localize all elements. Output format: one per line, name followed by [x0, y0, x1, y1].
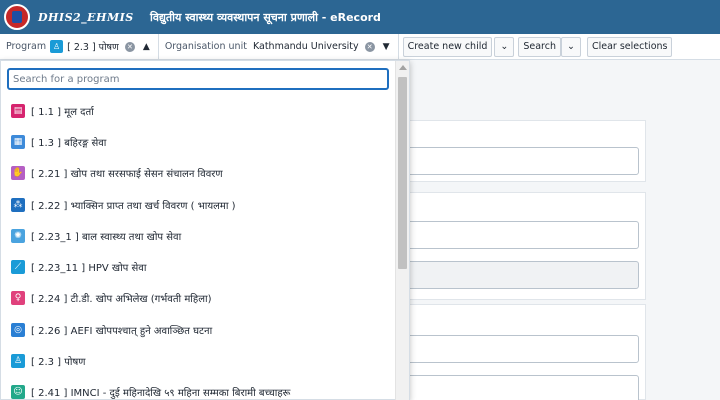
- search-button[interactable]: Search: [518, 36, 561, 57]
- clear-org-unit-icon[interactable]: ✕: [364, 41, 375, 52]
- create-options-chevron-icon[interactable]: ⌄: [494, 36, 515, 57]
- org-unit-label: Organisation unit: [164, 41, 247, 52]
- logo-text: DHIS2_EHMIS: [38, 10, 134, 24]
- clipboard-icon: ▦: [11, 134, 25, 149]
- register-book-icon: ▤: [11, 103, 25, 118]
- emblem-icon: [4, 4, 30, 30]
- app-title: विद्युतीय स्वास्थ्य व्यवस्थापन सूचना प्र…: [150, 10, 381, 24]
- program-list-item-label: [ 2.24 ] टी.डी. खोप अभिलेख (गर्भवती महिल…: [31, 294, 212, 306]
- program-dropdown: ▤ [ 1.1 ] मूल दर्ता ▦ [ 1.3 ] बहिरङ्ग सेवा ✋…: [0, 60, 410, 400]
- form-field[interactable]: [399, 147, 639, 175]
- program-list-item[interactable]: ✋ [ 2.21 ] खोप तथा सरसफाई सेसन संचालन विव…: [1, 158, 397, 189]
- dropdown-scrollbar[interactable]: [395, 61, 409, 400]
- clear-selections-button[interactable]: Clear selections: [586, 36, 673, 57]
- form-section: [380, 192, 646, 300]
- program-list-item[interactable]: ♙ [ 2.3 ] पोषण: [1, 345, 397, 376]
- scroll-up-icon[interactable]: [399, 65, 407, 70]
- program-value[interactable]: [ 2.3 ] पोषण: [67, 40, 119, 53]
- search-options-chevron-icon[interactable]: ⌄: [561, 36, 581, 57]
- program-list-item[interactable]: ⟋ [ 2.23_11 ] HPV खोप सेवा: [1, 251, 397, 282]
- org-unit-value[interactable]: Kathmandu University: [253, 41, 359, 52]
- program-list-item-label: [ 2.21 ] खोप तथा सरसफाई सेसन संचालन विवर…: [31, 169, 223, 181]
- program-list-item-label: [ 2.23_1 ] बाल स्वास्थ्य तथा खोप सेवा: [31, 231, 182, 243]
- molecule-icon: ⁂: [11, 197, 25, 212]
- form-field[interactable]: [399, 375, 639, 400]
- program-list-item[interactable]: ◎ [ 2.26 ] AEFI खोपपश्चात् हुने अवाञ्छित …: [1, 314, 397, 345]
- context-selection-bar: Program ♙ [ 2.3 ] पोषण ✕ ▲ Organisation …: [0, 33, 720, 60]
- program-list-item-label: [ 2.23_11 ] HPV खोप सेवा: [31, 263, 147, 275]
- create-new-child-button[interactable]: Create new child: [402, 36, 493, 57]
- program-list-item-label: [ 1.1 ] मूल दर्ता: [31, 106, 94, 118]
- program-list-item-label: [ 2.3 ] पोषण: [31, 357, 86, 369]
- program-list-item[interactable]: ☺ [ 2.41 ] IMNCI - दुई महिनादेखि ५९ महिना…: [1, 377, 397, 400]
- program-list-item-label: [ 2.26 ] AEFI खोपपश्चात् हुने अवाञ्छित घ…: [31, 325, 213, 337]
- program-list-item-label: [ 2.41 ] IMNCI - दुई महिनादेखि ५९ महिना …: [31, 388, 291, 400]
- program-label: Program: [6, 41, 47, 52]
- children-icon: ☺: [11, 385, 25, 400]
- form-section: [380, 304, 646, 400]
- program-search-input[interactable]: [7, 68, 389, 90]
- form-field-disabled: [399, 261, 639, 289]
- program-list-item[interactable]: ▤ [ 1.1 ] मूल दर्ता: [1, 95, 397, 126]
- pregnant-woman-icon: ♀: [11, 291, 25, 306]
- clear-program-icon[interactable]: ✕: [124, 41, 135, 52]
- program-list-item-label: [ 2.22 ] भ्याक्सिन प्राप्त तथा खर्च विवर…: [31, 200, 236, 212]
- program-list-item[interactable]: ⁂ [ 2.22 ] भ्याक्सिन प्राप्त तथा खर्च विव…: [1, 189, 397, 220]
- program-list-item[interactable]: ▦ [ 1.3 ] बहिरङ्ग सेवा: [1, 126, 397, 157]
- syringe-icon: ⟋: [11, 260, 25, 275]
- chevron-up-icon[interactable]: ▲: [143, 42, 150, 52]
- form-field[interactable]: [399, 335, 639, 363]
- app-logo[interactable]: DHIS2_EHMIS: [0, 0, 140, 34]
- program-list: ▤ [ 1.1 ] मूल दर्ता ▦ [ 1.3 ] बहिरङ्ग सेवा ✋…: [1, 95, 397, 400]
- divider: [157, 33, 159, 60]
- form-section: [380, 120, 646, 182]
- vaccine-reaction-icon: ◎: [11, 322, 25, 337]
- program-list-item[interactable]: ✺ [ 2.23_1 ] बाल स्वास्थ्य तथा खोप सेवा: [1, 220, 397, 251]
- child-nutrition-icon: ♙: [11, 354, 25, 369]
- program-list-item[interactable]: ♀ [ 2.24 ] टी.डी. खोप अभिलेख (गर्भवती महि…: [1, 283, 397, 314]
- child-nutrition-icon: ♙: [50, 40, 64, 53]
- app-header: DHIS2_EHMIS विद्युतीय स्वास्थ्य व्यवस्था…: [0, 0, 720, 34]
- chevron-down-icon[interactable]: ▼: [383, 42, 390, 52]
- hands-icon: ✋: [11, 166, 25, 181]
- virus-icon: ✺: [11, 228, 25, 243]
- scroll-thumb[interactable]: [398, 77, 407, 269]
- divider: [397, 33, 399, 60]
- program-list-item-label: [ 1.3 ] बहिरङ्ग सेवा: [31, 137, 107, 149]
- form-field[interactable]: [399, 221, 639, 249]
